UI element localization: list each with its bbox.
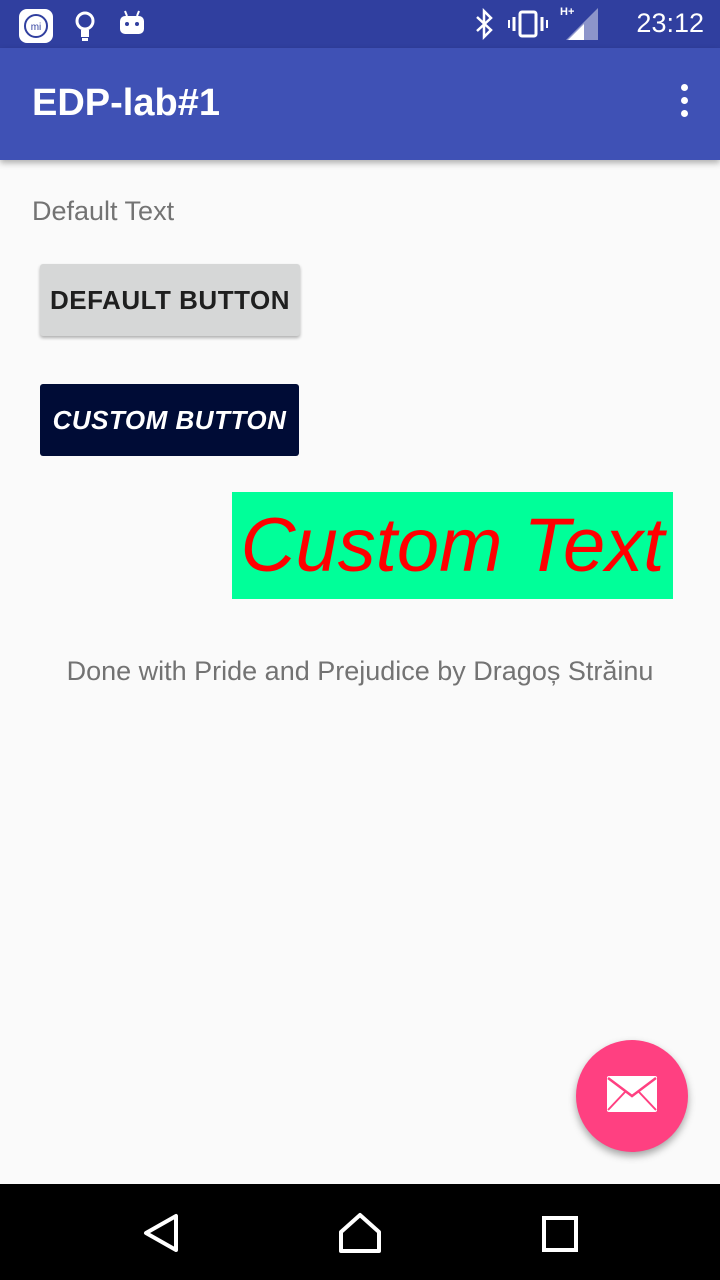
back-icon[interactable]: [140, 1212, 180, 1258]
default-text: Default Text: [32, 196, 175, 226]
home-icon[interactable]: [338, 1212, 382, 1258]
mail-icon: [606, 1075, 658, 1117]
bluetooth-icon: [474, 7, 496, 44]
navigation-bar: [0, 1184, 720, 1280]
status-bar: mi H+ 23:12: [0, 0, 720, 48]
svg-text:mi: mi: [31, 22, 42, 33]
mi-icon: mi: [18, 8, 54, 48]
status-time: 23:12: [636, 8, 704, 38]
app-bar: EDP-lab#1: [0, 48, 720, 160]
network-type-label: H+: [560, 6, 574, 18]
vibrate-icon: [508, 8, 548, 44]
compose-mail-fab[interactable]: [576, 1040, 688, 1152]
custom-button[interactable]: CUSTOM BUTTON: [40, 384, 299, 456]
lightbulb-icon: [72, 8, 98, 46]
recents-icon[interactable]: [542, 1216, 578, 1256]
credit-text: Done with Pride and Prejudice by Dragoș …: [66, 656, 654, 686]
default-button[interactable]: DEFAULT BUTTON: [40, 264, 300, 336]
android-icon: [118, 8, 146, 44]
custom-text: Custom Text: [232, 492, 673, 599]
more-vert-icon[interactable]: [676, 84, 692, 124]
signal-hplus-icon: H+: [560, 4, 600, 46]
app-title: EDP-lab#1: [32, 82, 220, 124]
